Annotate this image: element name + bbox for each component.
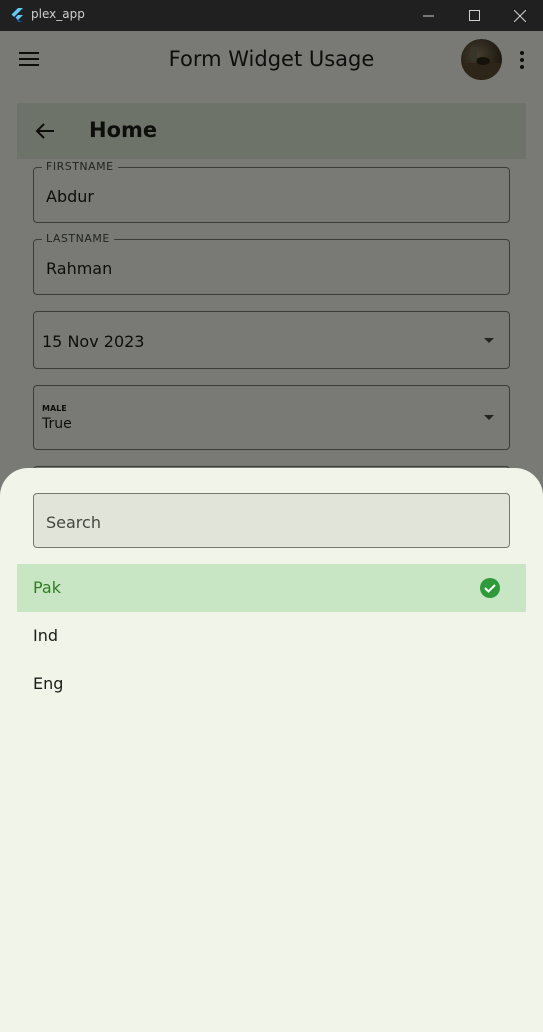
option-label: Eng <box>33 674 64 693</box>
search-input[interactable]: Search <box>33 493 510 548</box>
option-label: Ind <box>33 626 59 645</box>
flutter-logo-icon <box>11 8 23 22</box>
window-title: plex_app <box>31 7 85 21</box>
window-titlebar: plex_app <box>0 0 543 31</box>
close-icon <box>514 9 526 22</box>
maximize-icon <box>468 10 480 21</box>
check-circle-icon <box>480 578 500 598</box>
option-label: Pak <box>33 578 61 597</box>
minimize-icon <box>422 15 434 17</box>
maximize-button[interactable] <box>451 0 497 31</box>
option-item[interactable]: Eng <box>17 660 526 708</box>
option-item[interactable]: Ind <box>17 612 526 660</box>
option-item[interactable]: Pak <box>17 564 526 612</box>
search-placeholder: Search <box>46 513 101 532</box>
close-button[interactable] <box>497 0 543 31</box>
minimize-button[interactable] <box>405 0 451 31</box>
bottom-sheet: Search Pak Ind Eng <box>0 468 543 1032</box>
